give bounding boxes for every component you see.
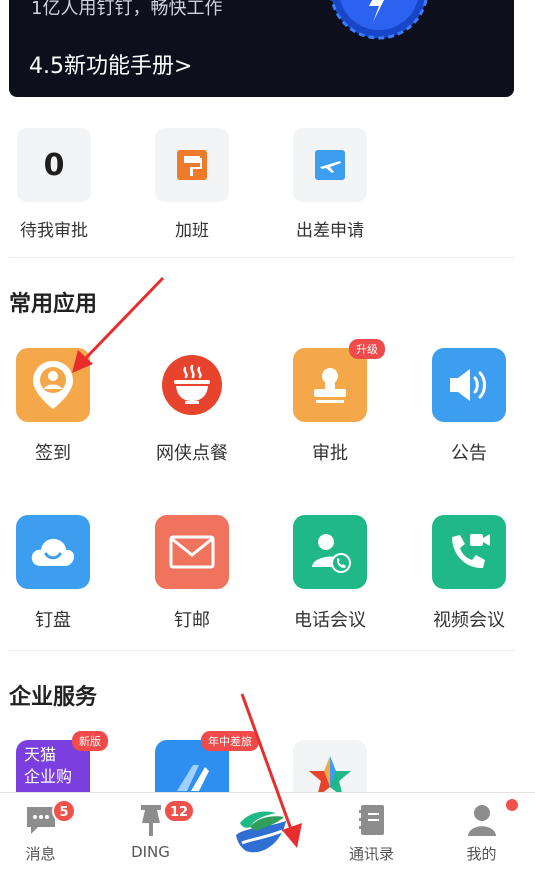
lightning-orb-icon — [330, 0, 428, 40]
travel-logo-icon — [177, 765, 209, 791]
bottom-tab-bar: 5 消息 12 DING 通讯录 我的 — [0, 792, 535, 873]
tab-center-logo[interactable] — [207, 793, 314, 873]
messages-badge: 5 — [52, 799, 76, 823]
paint-roller-icon — [177, 150, 207, 180]
quick-business-trip[interactable]: 出差申请 — [270, 128, 390, 241]
tab-contacts[interactable]: 通讯录 — [318, 793, 425, 873]
video-call-icon — [452, 534, 490, 569]
quick-pending-approval[interactable]: 0 待我审批 — [0, 128, 114, 241]
phone-meeting-tile — [293, 515, 367, 589]
app-approval[interactable]: 升级 审批 — [270, 339, 390, 465]
tab-label-messages: 消息 — [25, 845, 56, 863]
cloud-icon — [31, 538, 75, 566]
app-phone-meeting[interactable]: 电话会议 — [270, 515, 390, 632]
app-checkin[interactable]: 签到 — [0, 348, 113, 465]
promo-banner[interactable]: 1亿人用钉钉，畅快工作 4.5新功能手册> — [9, 0, 514, 97]
ding-badge: 12 — [163, 799, 196, 823]
quick-actions: 0 待我审批 加班 出差申请 — [0, 128, 535, 243]
airplane-icon — [315, 150, 345, 180]
pending-count-box: 0 — [17, 128, 91, 202]
app-label-phone-meeting: 电话会议 — [294, 610, 366, 631]
app-label-approval: 审批 — [312, 443, 348, 464]
upgrade-tag: 升级 — [349, 339, 385, 359]
announcement-tile — [432, 348, 506, 422]
midyear-travel-tag: 年中差旅 — [201, 731, 259, 751]
app-announcement[interactable]: 公告 — [409, 348, 529, 465]
speaker-icon — [450, 369, 486, 401]
contacts-book-icon — [354, 803, 390, 837]
approval-tile: 升级 — [293, 339, 385, 422]
app-label-food: 网侠点餐 — [156, 443, 228, 464]
phone-contact-icon — [312, 534, 351, 573]
common-apps-title: 常用应用 — [9, 292, 98, 317]
quick-label-trip: 出差申请 — [296, 221, 364, 241]
checkin-tile — [16, 348, 90, 422]
pending-count: 0 — [43, 147, 65, 183]
me-dot-badge — [506, 799, 518, 811]
app-drive[interactable]: 钉盘 — [0, 515, 113, 632]
tmall-line2: 企业购 — [24, 767, 73, 786]
tab-label-contacts: 通讯录 — [348, 845, 394, 863]
banner-subtitle: 1亿人用钉钉，畅快工作 — [31, 0, 223, 19]
overtime-box — [155, 128, 229, 202]
app-label-drive: 钉盘 — [35, 610, 71, 631]
section-divider — [9, 257, 514, 258]
app-food-order[interactable]: 网侠点餐 — [132, 348, 252, 465]
section-divider-2 — [9, 650, 514, 651]
enterprise-title: 企业服务 — [9, 685, 98, 710]
mail-icon — [169, 535, 215, 569]
app-label-checkin: 签到 — [35, 443, 71, 464]
app-label-mail: 钉邮 — [174, 610, 210, 631]
trip-box — [293, 128, 367, 202]
app-label-announcement: 公告 — [451, 443, 487, 464]
quick-label-pending: 待我审批 — [20, 221, 88, 241]
drive-tile — [16, 515, 90, 589]
bowl-icon — [162, 355, 222, 415]
app-mail[interactable]: 钉邮 — [132, 515, 252, 632]
video-meeting-tile — [432, 515, 506, 589]
location-person-icon — [33, 361, 73, 409]
quick-overtime[interactable]: 加班 — [132, 128, 252, 241]
stamp-icon — [314, 368, 346, 403]
tab-label-ding: DING — [131, 843, 170, 861]
tmall-line1: 天猫 — [24, 745, 57, 764]
tab-ding[interactable]: 12 DING — [97, 793, 204, 873]
app-video-meeting[interactable]: 视频会议 — [409, 515, 529, 632]
tab-label-me: 我的 — [466, 845, 497, 863]
food-tile — [155, 348, 229, 422]
dingtalk-logo-icon — [233, 802, 289, 858]
tab-messages[interactable]: 5 消息 — [0, 793, 94, 873]
quick-label-overtime: 加班 — [175, 221, 209, 241]
banner-title-link[interactable]: 4.5新功能手册> — [29, 48, 192, 80]
person-icon — [464, 803, 500, 837]
mail-tile — [155, 515, 229, 589]
app-label-video-meeting: 视频会议 — [433, 610, 505, 631]
tab-me[interactable]: 我的 — [428, 793, 535, 873]
new-version-tag: 新版 — [72, 731, 108, 751]
